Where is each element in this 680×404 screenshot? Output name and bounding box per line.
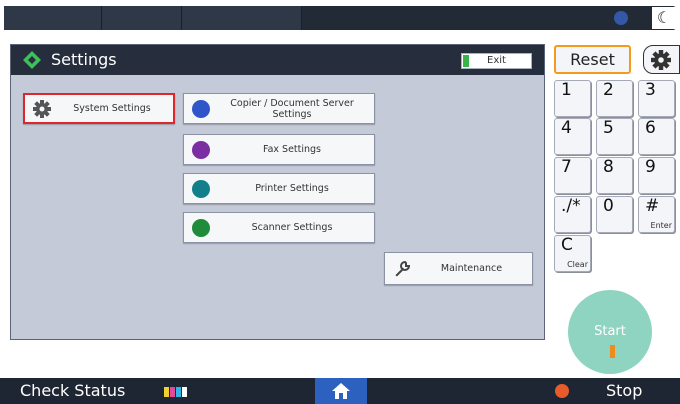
key-label: ./* <box>561 196 581 216</box>
exit-button[interactable]: Exit <box>461 53 532 69</box>
key-label: # <box>645 196 660 216</box>
stop-icon <box>555 384 569 398</box>
key-label: 7 <box>561 157 572 177</box>
key-label: 1 <box>561 80 572 100</box>
key-label: 2 <box>603 80 614 100</box>
settings-diamond-icon <box>23 51 41 69</box>
top-status-bar: ☾ <box>0 0 680 32</box>
key-5[interactable]: 5 <box>596 118 633 155</box>
printer-settings-button[interactable]: Printer Settings <box>183 173 375 204</box>
copier-document-server-settings-button[interactable]: Copier / Document Server Settings <box>183 93 375 124</box>
tile-label: Copier / Document Server Settings <box>230 97 354 120</box>
bottom-bar: Check Status Stop <box>0 378 680 404</box>
scanner-settings-button[interactable]: Scanner Settings <box>183 212 375 243</box>
tile-label: Fax Settings <box>262 144 322 155</box>
key-sublabel: Enter <box>650 221 672 230</box>
key-label: 4 <box>561 118 572 138</box>
panel-header: Settings Exit <box>11 45 544 75</box>
wrench-icon <box>395 260 411 277</box>
status-segment <box>4 6 102 30</box>
key-dot-star[interactable]: ./* <box>554 196 591 233</box>
key-label: 0 <box>603 196 614 216</box>
home-icon <box>332 383 350 399</box>
key-label: 5 <box>603 118 614 138</box>
settings-button[interactable] <box>643 45 680 74</box>
key-label: 3 <box>645 80 656 100</box>
key-label: 9 <box>645 157 656 177</box>
reset-button[interactable]: Reset <box>554 45 631 74</box>
key-4[interactable]: 4 <box>554 118 591 155</box>
stop-button[interactable]: Stop <box>606 380 642 402</box>
printer-icon <box>192 179 210 198</box>
status-segment <box>182 6 302 30</box>
key-label: C <box>561 235 573 255</box>
tile-label: Maintenance <box>440 263 503 274</box>
key-2[interactable]: 2 <box>596 80 633 117</box>
status-indicator-icon <box>614 11 628 25</box>
start-indicator <box>610 345 615 358</box>
fax-settings-button[interactable]: Fax Settings <box>183 134 375 165</box>
settings-panel: Settings Exit System Settings Copier / D… <box>10 44 545 340</box>
start-button[interactable]: Start <box>568 290 652 374</box>
key-1[interactable]: 1 <box>554 80 591 117</box>
key-label: 6 <box>645 118 656 138</box>
key-6[interactable]: 6 <box>638 118 675 155</box>
key-sublabel: Clear <box>567 260 588 269</box>
key-9[interactable]: 9 <box>638 157 675 194</box>
key-7[interactable]: 7 <box>554 157 591 194</box>
copier-icon <box>192 99 210 118</box>
key-clear[interactable]: C Clear <box>554 235 591 272</box>
energy-saver-icon[interactable]: ☾ <box>652 7 676 29</box>
key-label: 8 <box>603 157 614 177</box>
key-hash-enter[interactable]: # Enter <box>638 196 675 233</box>
scanner-icon <box>192 218 210 237</box>
page-title: Settings <box>51 50 117 69</box>
tile-label: System Settings <box>73 103 151 114</box>
check-status-button[interactable]: Check Status <box>20 380 125 402</box>
status-segment <box>102 6 182 30</box>
system-settings-button[interactable]: System Settings <box>23 93 175 124</box>
maintenance-button[interactable]: Maintenance <box>384 252 533 285</box>
key-0[interactable]: 0 <box>596 196 633 233</box>
gear-icon <box>651 50 671 70</box>
key-3[interactable]: 3 <box>638 80 675 117</box>
fax-icon <box>192 140 210 159</box>
tile-label: Printer Settings <box>255 183 329 194</box>
home-button[interactable] <box>315 378 367 404</box>
tile-label: Scanner Settings <box>251 222 333 233</box>
toner-level-icon <box>164 387 188 397</box>
key-8[interactable]: 8 <box>596 157 633 194</box>
gear-icon <box>33 99 51 118</box>
